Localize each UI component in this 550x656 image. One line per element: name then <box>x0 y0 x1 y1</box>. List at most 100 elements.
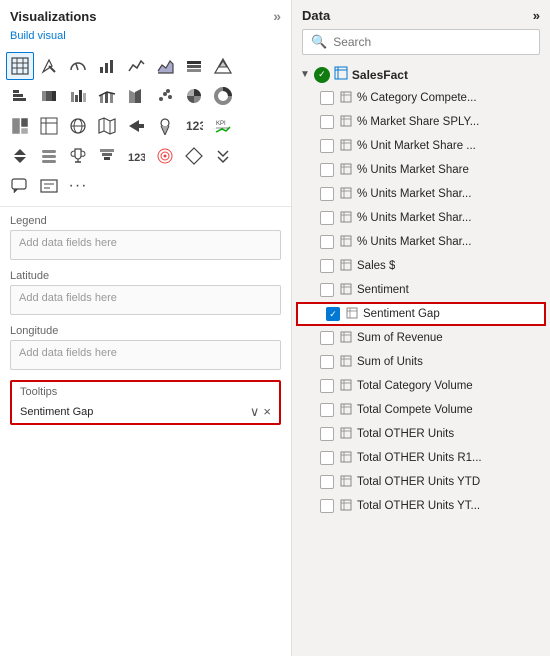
checkbox-1[interactable] <box>320 115 334 129</box>
legend-label: Legend <box>10 215 281 227</box>
viz-icon-waterfall[interactable] <box>64 82 92 110</box>
viz-icon-trophy[interactable] <box>64 142 92 170</box>
build-visual-label: Build visual <box>0 28 291 48</box>
viz-icon-line[interactable] <box>122 52 150 80</box>
viz-icon-pin[interactable] <box>151 112 179 140</box>
tooltips-close[interactable]: × <box>263 405 271 418</box>
viz-icon-stacked-bar[interactable] <box>180 52 208 80</box>
item-label-6: % Units Market Shar... <box>357 236 471 248</box>
tree-item-15[interactable]: Total OTHER Units R1... <box>292 446 550 470</box>
tree-item-12[interactable]: Total Category Volume <box>292 374 550 398</box>
checkbox-11[interactable] <box>320 355 334 369</box>
viz-icon-diamond[interactable] <box>180 142 208 170</box>
tree-item-0[interactable]: % Category Compete... <box>292 86 550 110</box>
viz-row-3: 123 KPI <box>6 112 285 140</box>
checkbox-15[interactable] <box>320 451 334 465</box>
tree-item-6[interactable]: % Units Market Shar... <box>292 230 550 254</box>
item-icon-7 <box>340 259 352 274</box>
checkbox-3[interactable] <box>320 163 334 177</box>
item-icon-6 <box>340 235 352 250</box>
item-icon-4 <box>340 187 352 202</box>
checkbox-5[interactable] <box>320 211 334 225</box>
tree-item-8[interactable]: Sentiment <box>292 278 550 302</box>
checkbox-17[interactable] <box>320 499 334 513</box>
tooltips-drop-zone[interactable]: Sentiment Gap ∨ × <box>12 400 279 423</box>
checkbox-9[interactable] <box>326 307 340 321</box>
checkbox-13[interactable] <box>320 403 334 417</box>
tree-item-3[interactable]: % Units Market Share <box>292 158 550 182</box>
viz-icon-kpi[interactable]: KPI <box>209 112 237 140</box>
tree-item-16[interactable]: Total OTHER Units YTD <box>292 470 550 494</box>
viz-icon-100bar[interactable] <box>35 82 63 110</box>
longitude-group: Longitude Add data fields here <box>10 325 281 370</box>
viz-icon-gauge[interactable] <box>64 52 92 80</box>
tooltips-chevron[interactable]: ∨ <box>250 405 260 418</box>
viz-icon-bar[interactable] <box>93 52 121 80</box>
viz-icon-hbar[interactable] <box>6 82 34 110</box>
viz-icon-combo[interactable] <box>93 82 121 110</box>
tree-item-5[interactable]: % Units Market Shar... <box>292 206 550 230</box>
item-icon-17 <box>340 499 352 514</box>
viz-icon-target[interactable] <box>151 142 179 170</box>
tree-item-9[interactable]: Sentiment Gap <box>296 302 546 326</box>
viz-icons-grid: 123 KPI 123 <box>0 48 291 207</box>
item-icon-2 <box>340 139 352 154</box>
item-icon-1 <box>340 115 352 130</box>
item-label-2: % Unit Market Share ... <box>357 140 476 152</box>
item-icon-14 <box>340 427 352 442</box>
tree-item-10[interactable]: Sum of Revenue <box>292 326 550 350</box>
viz-icon-matrix[interactable] <box>35 112 63 140</box>
viz-icon-slicer[interactable] <box>35 142 63 170</box>
tree-item-17[interactable]: Total OTHER Units YT... <box>292 494 550 518</box>
viz-icon-mountain[interactable] <box>209 52 237 80</box>
search-input[interactable] <box>333 35 531 49</box>
viz-icon-funnel[interactable] <box>93 142 121 170</box>
tree-parent-salesfact[interactable]: ▼ SalesFact <box>292 63 550 86</box>
viz-icon-globe[interactable] <box>64 112 92 140</box>
checkbox-12[interactable] <box>320 379 334 393</box>
longitude-drop-zone[interactable]: Add data fields here <box>10 340 281 370</box>
viz-icon-card[interactable]: 123 <box>180 112 208 140</box>
checkbox-16[interactable] <box>320 475 334 489</box>
viz-icon-map[interactable] <box>93 112 121 140</box>
viz-icon-chat[interactable] <box>6 172 34 200</box>
search-box[interactable]: 🔍 <box>302 29 540 55</box>
checkbox-8[interactable] <box>320 283 334 297</box>
checkbox-14[interactable] <box>320 427 334 441</box>
viz-icon-textbox[interactable] <box>35 172 63 200</box>
checkbox-10[interactable] <box>320 331 334 345</box>
viz-icon-treemap[interactable] <box>6 112 34 140</box>
legend-drop-zone[interactable]: Add data fields here <box>10 230 281 260</box>
checkbox-2[interactable] <box>320 139 334 153</box>
tree-item-7[interactable]: Sales $ <box>292 254 550 278</box>
viz-icon-ribbon[interactable] <box>122 82 150 110</box>
viz-icon-updown[interactable] <box>6 142 34 170</box>
viz-icon-scatter[interactable] <box>151 82 179 110</box>
tree-item-13[interactable]: Total Compete Volume <box>292 398 550 422</box>
tree-item-2[interactable]: % Unit Market Share ... <box>292 134 550 158</box>
checkbox-7[interactable] <box>320 259 334 273</box>
checkbox-0[interactable] <box>320 91 334 105</box>
checkbox-4[interactable] <box>320 187 334 201</box>
item-label-0: % Category Compete... <box>357 92 477 104</box>
viz-icon-arrow[interactable] <box>122 112 150 140</box>
viz-icon-table[interactable] <box>6 52 34 80</box>
viz-icon-brush[interactable] <box>35 52 63 80</box>
viz-icon-chevrons[interactable] <box>209 142 237 170</box>
viz-icon-area[interactable] <box>151 52 179 80</box>
visualizations-expand-icon[interactable]: » <box>273 8 281 24</box>
viz-icon-pie[interactable] <box>180 82 208 110</box>
tree-item-11[interactable]: Sum of Units <box>292 350 550 374</box>
tooltips-value: Sentiment Gap <box>20 406 93 418</box>
viz-icon-num-123[interactable]: 123 <box>122 142 150 170</box>
tree-item-1[interactable]: % Market Share SPLY... <box>292 110 550 134</box>
data-panel-expand-icon[interactable]: » <box>533 8 540 23</box>
latitude-drop-zone[interactable]: Add data fields here <box>10 285 281 315</box>
tree-item-4[interactable]: % Units Market Shar... <box>292 182 550 206</box>
viz-icon-donut[interactable] <box>209 82 237 110</box>
checkbox-6[interactable] <box>320 235 334 249</box>
item-label-9: Sentiment Gap <box>363 308 440 320</box>
item-label-1: % Market Share SPLY... <box>357 116 479 128</box>
tree-item-14[interactable]: Total OTHER Units <box>292 422 550 446</box>
viz-icon-more[interactable]: ··· <box>64 172 92 200</box>
